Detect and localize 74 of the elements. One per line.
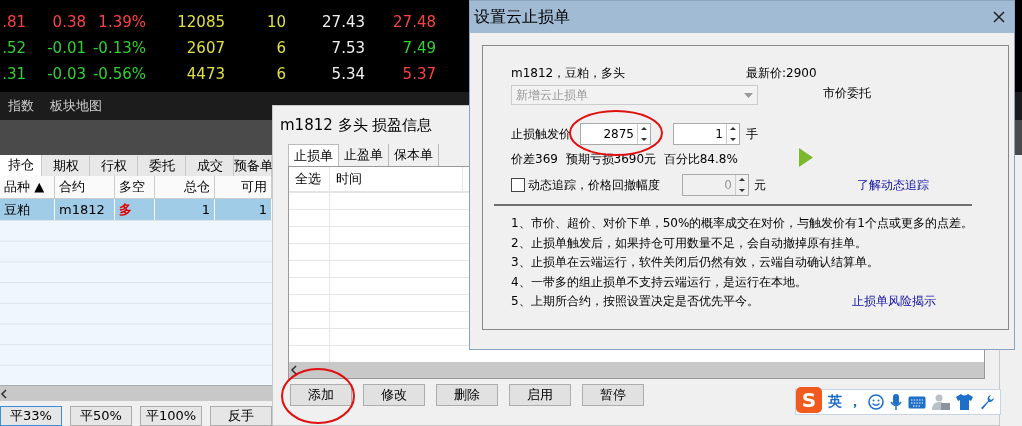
wrench-icon[interactable] (979, 394, 995, 410)
quote-cell-text: 0.38 (51, 13, 86, 31)
risk-link[interactable]: 止损单风险揭示 (852, 292, 936, 312)
column-header[interactable]: 总仓 (155, 176, 215, 198)
quote-cell-text: 2607 (185, 39, 225, 57)
microphone-icon[interactable] (890, 393, 902, 411)
column-header[interactable]: 多空 (115, 176, 155, 198)
scrollbar[interactable] (289, 362, 984, 378)
keyboard-icon[interactable] (908, 395, 926, 409)
note-text: 4、一带多的组止损单不支持云端运行，是运行在本地。 (511, 273, 808, 291)
quote-cell-text: 12085 (176, 13, 225, 31)
action-button[interactable]: 启用 (509, 384, 571, 406)
table-row[interactable]: 豆粕 m1812 多 1 1 (0, 199, 272, 220)
help-link[interactable]: 了解动态追踪 (857, 176, 929, 194)
market-tab[interactable]: 指数 (8, 97, 34, 115)
quote-cell-text: .81 (1, 13, 26, 31)
quote-cell-text: -0.03 (46, 65, 86, 83)
quote-cell-text: 6 (275, 65, 286, 83)
quote-cell-text: 5.37 (401, 65, 436, 83)
latest-price: 最新价:2900 (746, 65, 817, 82)
shirt-icon[interactable] (956, 394, 973, 410)
action-button[interactable]: 添加 (290, 384, 352, 406)
note-text: 2、止损单触发后，如果持仓可用数量不足，会自动撤掉原有挂单。 (511, 234, 868, 252)
ime-mode-toggle[interactable]: 英 (828, 393, 842, 411)
quote-cell-text: 4473 (185, 65, 225, 83)
quote-cell-text: 5.34 (330, 65, 365, 83)
unit-label: 元 (754, 176, 766, 194)
column-header[interactable]: 全选 (289, 167, 330, 191)
smiley-icon[interactable] (868, 394, 884, 410)
contract-info: m1812，豆粕，多头 (511, 65, 627, 82)
scrollbar[interactable] (0, 385, 272, 401)
unit-label: 手 (746, 125, 758, 143)
quote-cell-text: -0.13% (91, 39, 146, 57)
action-button[interactable]: 删除 (436, 384, 498, 406)
tab[interactable]: 持仓 (0, 155, 42, 176)
column-header[interactable]: 时间 (330, 167, 463, 191)
action-button[interactable]: 修改 (363, 384, 425, 406)
market-tab[interactable]: 板块地图 (50, 97, 102, 115)
note-text: 3、止损单在云端运行，软件关闭后仍然有效，云端自动确认结算单。 (511, 254, 880, 272)
action-button[interactable]: 反手 (210, 406, 272, 426)
chevron-left-icon (0, 388, 8, 399)
chevron-left-icon (289, 365, 299, 375)
punctuation-toggle[interactable]: ， (848, 393, 862, 411)
column-header[interactable]: 合约 (55, 176, 115, 198)
quote-cell-text: 27.43 (321, 13, 365, 31)
column-header[interactable]: 品种 ▲ (0, 176, 55, 198)
action-button[interactable]: 平33% (0, 406, 62, 426)
note-text: 5、上期所合约，按照设置决定是否优先平今。 (511, 293, 760, 311)
action-button[interactable]: 平50% (70, 406, 132, 426)
note-text: 1、市价、超价、对价下单，50%的概率成交在对价，与触发价有1个点或更多的点差。 (511, 215, 974, 232)
quote-cell-text: 27.48 (392, 13, 436, 31)
price-mode-label: 市价委托 (823, 85, 871, 102)
quote-cell-text: 1.39% (97, 13, 146, 31)
dialog-title: 设置云止损单 (474, 6, 570, 28)
price-spinbox[interactable]: 2875 (580, 123, 651, 145)
quote-cell-text: 7.53 (330, 39, 365, 57)
action-button[interactable]: 平100% (140, 406, 202, 426)
quantity-spinbox[interactable]: 1 (673, 123, 740, 145)
direction-text: 多 (119, 202, 132, 217)
quote-cell-text: -0.56% (91, 65, 146, 83)
quote-cell-text: 7.49 (401, 39, 436, 57)
quote-cell-text: 10 (265, 13, 286, 31)
quote-cell-text: 6 (275, 39, 286, 57)
checkbox-label: 动态追踪，价格回撤幅度 (528, 176, 661, 194)
field-label: 止损触发价 (511, 125, 572, 143)
quote-cell-text: .31 (1, 65, 26, 83)
close-icon[interactable] (992, 10, 1006, 24)
window-title: m1812 多头 损盈信息 (280, 115, 433, 136)
user-card-icon[interactable] (932, 393, 950, 411)
tab[interactable]: 止损单 (288, 144, 339, 166)
quote-cell-text: .52 (1, 39, 26, 57)
dropdown-arrow-icon (744, 92, 753, 98)
quote-cell-text: -0.01 (46, 39, 86, 57)
action-button[interactable]: 暂停 (582, 384, 644, 406)
